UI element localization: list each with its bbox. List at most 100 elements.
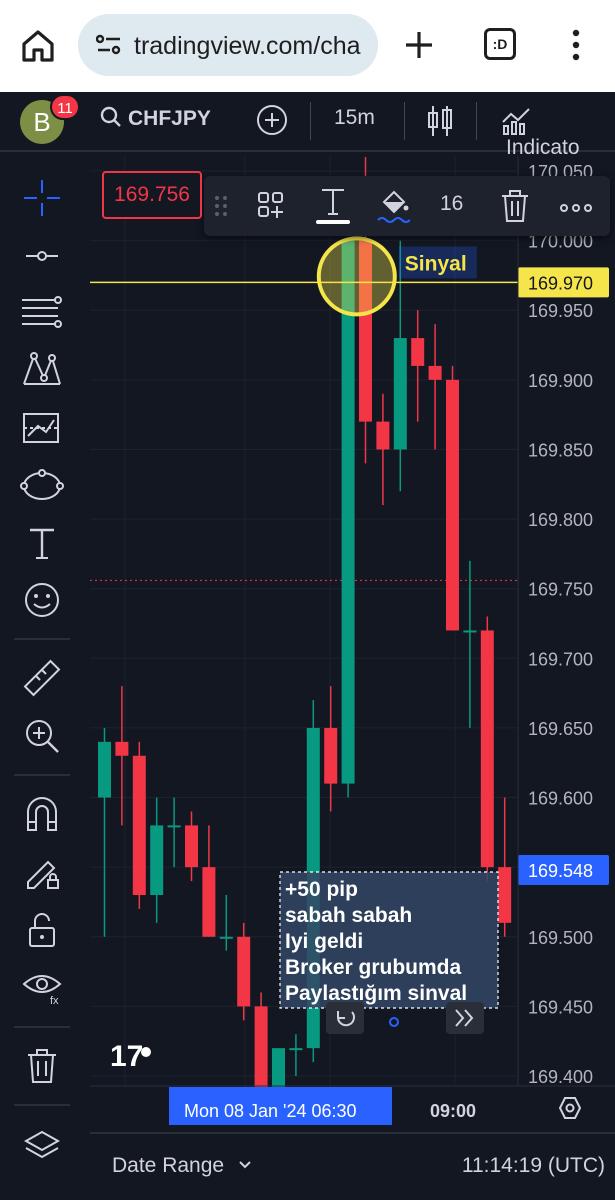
tab-switcher-button[interactable]: :D (484, 28, 516, 60)
drawing-properties-toolbar: 16 (204, 176, 610, 236)
annotation-anchor-handle (389, 1017, 399, 1027)
candle-body (446, 379, 459, 631)
indicators-icon (502, 108, 530, 135)
price-axis-label: 169.548 (528, 861, 593, 881)
zoom-in-icon[interactable] (18, 712, 66, 760)
toolbar-divider (310, 102, 311, 140)
candle-body (480, 630, 494, 868)
unlock-icon[interactable] (18, 906, 66, 954)
fib-retracement-icon[interactable] (18, 288, 66, 336)
text-color-icon[interactable] (316, 186, 350, 231)
indicators-button[interactable]: Indicato (500, 104, 615, 160)
y-axis-tick-label: 169.800 (528, 510, 593, 530)
candle-body (463, 630, 477, 633)
toolbar-divider (476, 102, 477, 140)
svg-text:fx: fx (50, 995, 59, 1006)
tradingview-logo-dot (141, 1047, 151, 1057)
candle-body (393, 338, 407, 450)
delete-drawing-icon[interactable] (500, 190, 530, 227)
chevron-down-icon (239, 1161, 251, 1169)
toolbar-divider (14, 1026, 70, 1028)
drag-handle-icon[interactable] (214, 194, 228, 223)
home-icon[interactable] (18, 26, 58, 66)
fill-color-icon[interactable] (376, 186, 411, 231)
toolbar-divider (14, 638, 70, 640)
crosshair-time-label: Mon 08 Jan '24 06:30 (184, 1101, 357, 1121)
y-axis-tick-label: 169.600 (528, 789, 593, 809)
trend-line-icon[interactable] (18, 232, 66, 280)
candle-body (202, 867, 216, 937)
url-text: tradingview.com/cha (134, 32, 361, 60)
candlestick-chart[interactable]: 170.050170.000169.950169.900169.850169.8… (90, 156, 615, 1132)
compare-symbol-icon[interactable] (256, 104, 288, 142)
annotation-text-line: Paylastığım sinval (285, 982, 467, 1005)
annotation-text-line: Iyi geldi (285, 930, 363, 953)
y-axis-tick-label: 169.400 (528, 1067, 593, 1087)
url-bar[interactable]: tradingview.com/cha (78, 14, 378, 76)
candle-body (341, 240, 355, 784)
magnet-icon[interactable] (18, 790, 66, 838)
more-options-icon[interactable] (560, 200, 592, 218)
template-icon[interactable] (256, 190, 286, 225)
candle-body (376, 421, 390, 450)
candle-body (411, 338, 425, 366)
drawing-price-box[interactable]: 169.756 (102, 171, 202, 219)
date-range-button[interactable]: Date Range (112, 1154, 252, 1178)
lock-drawing-pencil-icon[interactable] (18, 848, 66, 896)
chart-top-toolbar: B 11 CHFJPY 15m Indicato (0, 92, 615, 159)
candle-body (167, 825, 181, 828)
candle-body (132, 755, 146, 895)
signal-label: Sinyal (405, 252, 467, 275)
emoji-icon[interactable] (18, 576, 66, 624)
candle-body (185, 825, 198, 868)
y-axis-tick-label: 169.850 (528, 440, 593, 460)
candle-body (498, 867, 512, 923)
chart-settings-icon-center (565, 1103, 575, 1113)
trash-icon[interactable] (18, 1042, 66, 1090)
tradingview-logo: 17 (110, 1040, 143, 1073)
crosshair-icon[interactable] (18, 174, 66, 222)
y-axis-tick-label: 169.900 (528, 371, 593, 391)
candle-body (150, 825, 164, 895)
candlestick-type-icon[interactable] (426, 104, 454, 144)
object-tree-icon[interactable] (18, 1122, 66, 1170)
annotation-text-line: +50 pip (285, 878, 358, 901)
candle-body (428, 365, 442, 380)
symbol-label: CHFJPY (128, 107, 211, 130)
candle-body (289, 1048, 303, 1051)
chart-area[interactable]: 170.050 170.000 169.950 169.900 169.850 169.8… (90, 156, 615, 1132)
candle-body (237, 936, 251, 1007)
drawing-toolbar: fx (0, 154, 84, 1200)
y-axis-tick-label: 169.700 (528, 649, 593, 669)
y-axis-tick-label: 169.950 (528, 301, 593, 321)
y-axis-tick-label: 169.650 (528, 719, 593, 739)
ruler-icon[interactable] (18, 654, 66, 702)
y-axis-tick-label: 169.450 (528, 997, 593, 1017)
ellipse-tool-icon[interactable] (18, 462, 66, 510)
y-axis-tick-label: 169.500 (528, 928, 593, 948)
clock-timezone[interactable]: 11:14:19 (UTC) (462, 1154, 605, 1178)
eye-icon[interactable]: fx (18, 962, 66, 1010)
y-axis-tick-label: 169.750 (528, 580, 593, 600)
site-settings-icon[interactable] (95, 34, 122, 61)
pattern-tool-icon[interactable] (18, 346, 66, 394)
symbol-search-button[interactable]: CHFJPY (100, 106, 211, 131)
x-axis-time-label: 09:00 (430, 1101, 476, 1121)
candle-body (115, 741, 129, 756)
candle-body (219, 936, 233, 939)
new-tab-icon[interactable] (402, 28, 436, 67)
chart-settings-icon (558, 1097, 582, 1119)
notification-badge: 11 (50, 94, 80, 120)
toolbar-divider (404, 102, 405, 140)
toolbar-divider (14, 774, 70, 776)
bottom-bar: Date Range 11:14:19 (UTC) (90, 1132, 615, 1200)
price-axis-label: 169.970 (528, 273, 593, 293)
projection-tool-icon[interactable] (18, 404, 66, 452)
font-size-button[interactable]: 16 (440, 192, 463, 216)
text-tool-icon[interactable] (18, 520, 66, 568)
interval-button[interactable]: 15m (334, 106, 375, 130)
signal-circle-marker (316, 236, 397, 317)
more-menu-icon[interactable] (566, 28, 586, 67)
browser-bar: tradingview.com/cha :D (0, 0, 615, 92)
annotation-text-line: Broker grubumda (285, 956, 462, 979)
